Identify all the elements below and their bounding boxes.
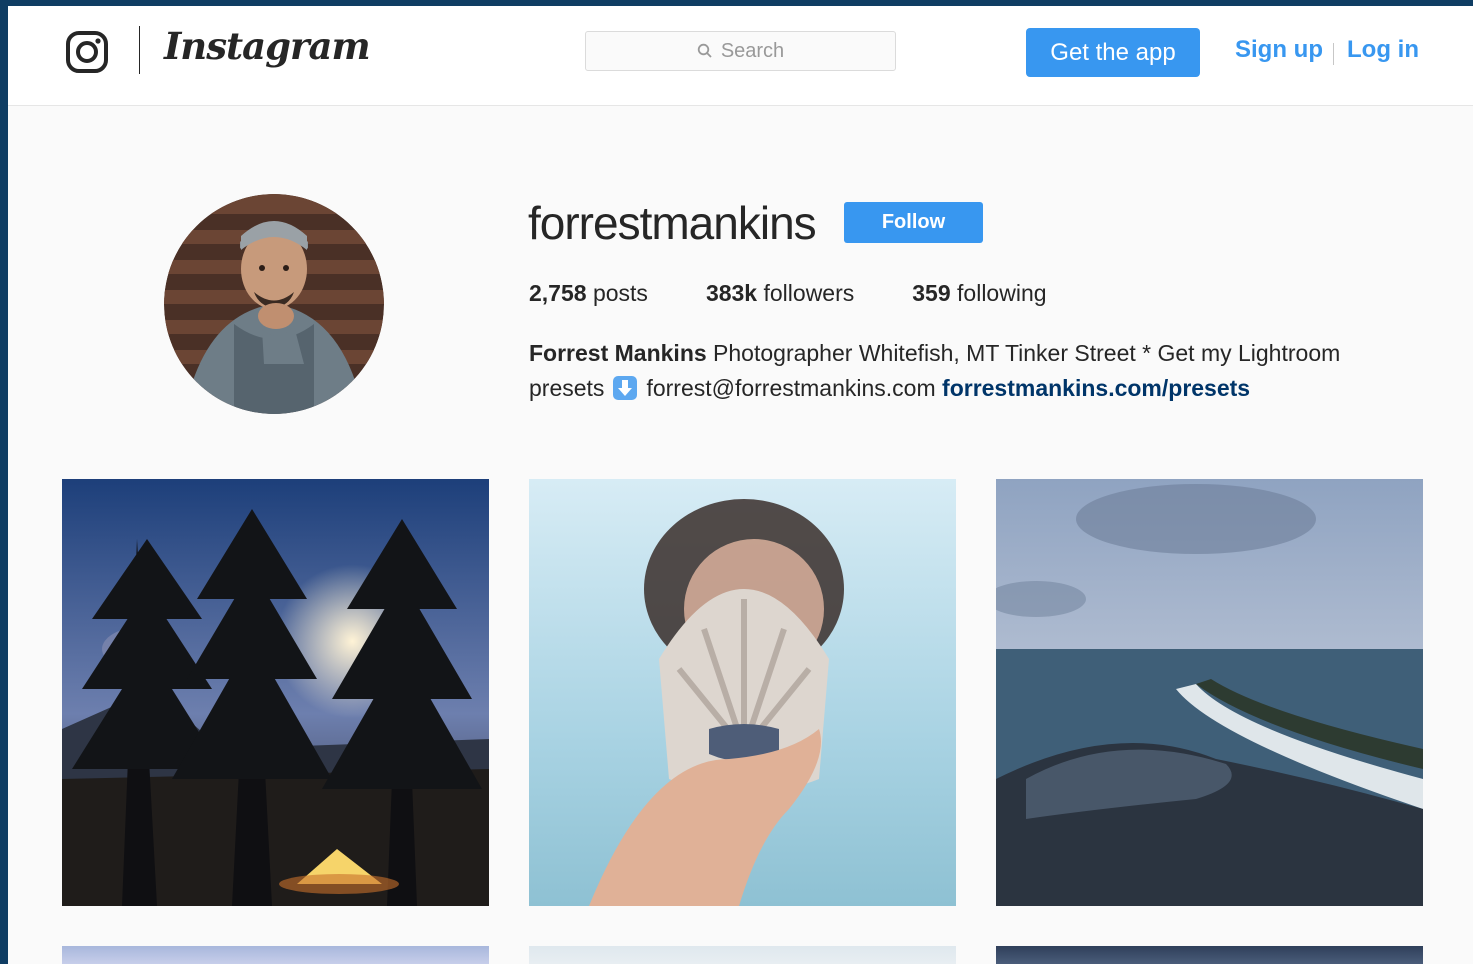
following-stat[interactable]: 359 following (912, 280, 1046, 307)
following-count: 359 (912, 280, 951, 306)
follow-button[interactable]: Follow (844, 202, 983, 243)
sign-up-link[interactable]: Sign up (1235, 36, 1323, 64)
photo-row2-1[interactable] (62, 946, 489, 964)
profile-page: Instagram Search Get the app Sign up Log… (8, 6, 1473, 964)
posts-count: 2,758 (529, 280, 587, 306)
search-icon (697, 43, 712, 58)
bio-website-link[interactable]: forrestmankins.com/presets (942, 375, 1250, 401)
profile-stats: 2,758 posts 383k followers 359 following (529, 280, 1105, 307)
instagram-camera-icon[interactable] (65, 30, 109, 74)
seashell-photo[interactable] (529, 479, 956, 906)
followers-label: followers (763, 280, 855, 306)
bio-email: forrest@forrestmankins.com (646, 375, 936, 401)
photo-row2-2[interactable] (529, 946, 956, 964)
top-nav: Instagram Search Get the app Sign up Log… (8, 6, 1473, 106)
followers-stat[interactable]: 383k followers (706, 280, 854, 307)
auth-divider (1333, 43, 1334, 65)
profile-avatar[interactable] (164, 194, 384, 414)
instagram-wordmark[interactable]: Instagram (164, 24, 371, 68)
search-placeholder: Search (720, 39, 785, 62)
posts-stat: 2,758 posts (529, 280, 648, 307)
photo-row2-3[interactable] (996, 946, 1423, 964)
logo-divider (139, 26, 140, 74)
coastline-aerial-photo[interactable] (996, 479, 1423, 906)
profile-username: forrestmankins (528, 197, 817, 249)
log-in-link[interactable]: Log in (1347, 36, 1419, 64)
profile-bio: Forrest Mankins Photographer Whitefish, … (529, 336, 1409, 406)
campsite-night-photo[interactable] (62, 479, 489, 906)
down-arrow-emoji-icon (613, 376, 638, 400)
followers-count: 383k (705, 280, 758, 306)
get-app-button[interactable]: Get the app (1026, 28, 1200, 77)
posts-label: posts (592, 280, 648, 306)
profile-full-name: Forrest Mankins (529, 340, 707, 366)
following-label: following (957, 280, 1047, 306)
search-input[interactable]: Search (585, 31, 896, 71)
